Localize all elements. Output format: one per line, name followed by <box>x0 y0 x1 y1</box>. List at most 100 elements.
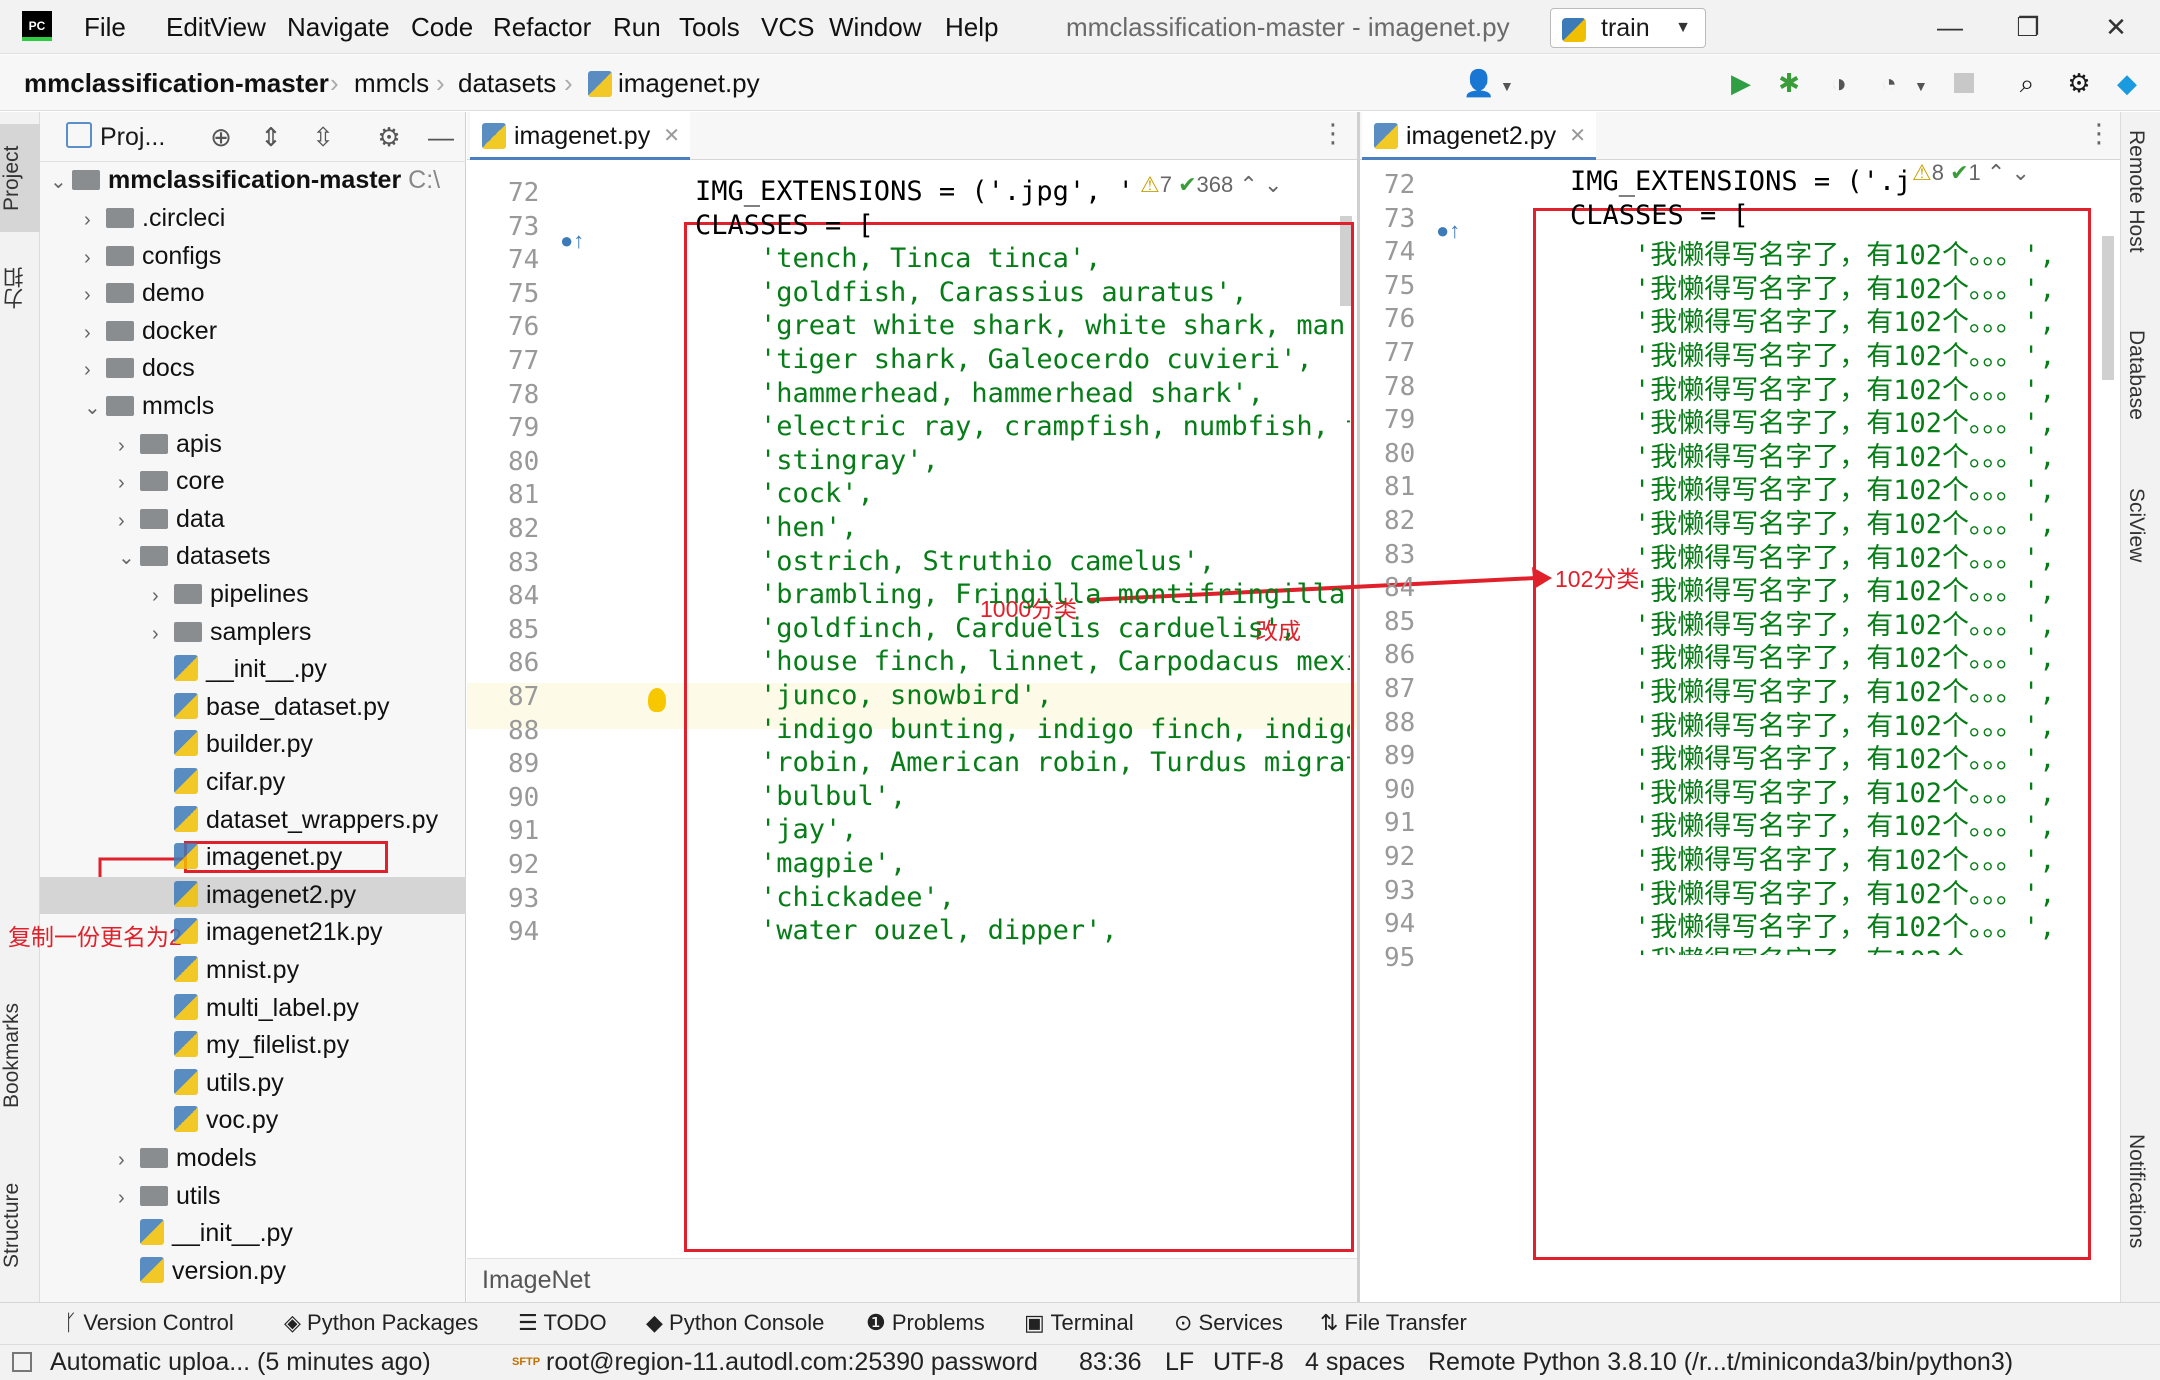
tree-item[interactable]: __init__.py <box>118 1215 293 1253</box>
tree-item[interactable]: dataset_wrappers.py <box>152 802 438 840</box>
tree-item[interactable]: › utils <box>118 1178 220 1216</box>
class-string[interactable]: 'ostrich, Struthio camelus', <box>760 546 1350 577</box>
code-line[interactable]: IMG_EXTENSIONS = ('.jpg', ' <box>695 176 1335 207</box>
class-string[interactable]: 'hen', <box>760 512 1350 543</box>
tree-item[interactable]: › samplers <box>152 614 311 652</box>
class-string[interactable]: 'goldfish, Carassius auratus', <box>760 277 1350 308</box>
class-string[interactable]: 'water ouzel, dipper', <box>760 915 1350 946</box>
chevron-right-icon: › <box>118 472 125 495</box>
tree-item[interactable]: ⌄ datasets <box>118 538 271 576</box>
python-file-icon <box>174 1031 198 1058</box>
class-string[interactable]: 'junco, snowbird', <box>760 680 1350 711</box>
sciview-tool-tab[interactable]: SciView <box>2124 488 2148 562</box>
class-string[interactable]: 'goldfinch, Carduelis carduelis', <box>760 613 1350 644</box>
tool-windows-toggle-icon[interactable] <box>12 1352 32 1372</box>
class-string[interactable]: 'electric ray, crampfish, numbfish, to <box>760 411 1350 442</box>
packages-icon: ◈ <box>284 1310 308 1335</box>
tree-item[interactable]: multi_label.py <box>152 990 359 1028</box>
tree-item[interactable]: voc.py <box>152 1102 278 1140</box>
notifications-tool-tab[interactable]: Notifications <box>2124 1134 2148 1248</box>
status-remote[interactable]: root@region-11.autodl.com:25390 password <box>546 1344 1038 1380</box>
status-upload[interactable]: Automatic uploa... (5 minutes ago) <box>50 1344 431 1380</box>
code-line-classes[interactable]: CLASSES = [ <box>695 210 874 241</box>
tree-item[interactable]: imagenet21k.py <box>152 914 383 952</box>
tree-item[interactable]: › docs <box>84 350 195 388</box>
tree-item[interactable]: › configs <box>84 238 221 276</box>
class-string[interactable]: 'magpie', <box>760 848 1350 879</box>
tree-item[interactable]: › pipelines <box>152 576 309 614</box>
status-indent[interactable]: 4 spaces <box>1305 1344 1405 1380</box>
tree-item[interactable]: › data <box>118 501 225 539</box>
tool-services[interactable]: ⊙ Services <box>1174 1302 1283 1344</box>
database-tool-tab[interactable]: Database <box>2124 330 2148 420</box>
tree-item[interactable]: imagenet2.py <box>40 876 466 915</box>
tree-item[interactable]: imagenet.py <box>152 839 342 877</box>
menu-refactor[interactable]: Refactor <box>493 0 591 54</box>
class-string[interactable]: 'brambling, Fringilla montifringilla', <box>760 579 1350 610</box>
class-string[interactable]: 'stingray', <box>760 445 1350 476</box>
status-encoding[interactable]: UTF-8 <box>1213 1344 1284 1380</box>
line-number: 83 <box>508 547 540 578</box>
tree-item[interactable]: › models <box>118 1140 257 1178</box>
class-string[interactable]: 'bulbul', <box>760 781 1350 812</box>
chevron-right-icon: › <box>84 209 91 231</box>
code-line[interactable]: IMG_EXTENSIONS = ('.jp <box>1570 166 1910 197</box>
tool-python-console[interactable]: ◆ Python Console <box>646 1302 824 1344</box>
branch-icon: ᚴ <box>64 1310 84 1335</box>
folder-icon <box>140 433 168 454</box>
class-string-partial[interactable]: '我懒得写名字了，有102个。 <box>1634 939 2084 955</box>
menu-help[interactable]: Help <box>945 0 998 54</box>
tree-item[interactable]: ⌄ mmcls <box>84 388 214 426</box>
tree-item[interactable]: cifar.py <box>152 764 285 802</box>
tool-label: Terminal <box>1050 1310 1134 1335</box>
class-string[interactable]: 'robin, American robin, Turdus migrato <box>760 747 1350 778</box>
tree-item[interactable]: my_filelist.py <box>152 1027 349 1065</box>
tree-item[interactable]: builder.py <box>152 726 313 764</box>
class-string[interactable]: 'tiger shark, Galeocerdo cuvieri', <box>760 344 1350 375</box>
line-number: 92 <box>508 850 540 880</box>
tool-problems[interactable]: ❶ Problems <box>866 1302 985 1344</box>
menu-tools[interactable]: Tools <box>679 0 740 54</box>
tool-file-transfer[interactable]: ⇅ File Transfer <box>1320 1302 1467 1344</box>
tool-todo[interactable]: ☰ TODO <box>518 1302 607 1344</box>
tree-item[interactable]: › core <box>118 463 225 501</box>
tree-item[interactable]: version.py <box>118 1253 286 1291</box>
menu-edit[interactable]: Edit <box>166 0 211 54</box>
tree-item[interactable]: base_dataset.py <box>152 689 389 727</box>
status-interpreter[interactable]: Remote Python 3.8.10 (/r...t/miniconda3/… <box>1428 1344 2013 1380</box>
class-string[interactable]: 'house finch, linnet, Carpodacus mexic <box>760 646 1350 677</box>
code-line-classes[interactable]: CLASSES = [ <box>1570 200 1749 231</box>
class-string[interactable]: 'hammerhead, hammerhead shark', <box>760 378 1350 409</box>
tree-item[interactable]: › demo <box>84 275 205 313</box>
menu-navigate[interactable]: Navigate <box>287 0 390 54</box>
line-number: 80 <box>508 446 540 477</box>
tree-item[interactable]: › apis <box>118 426 222 464</box>
menu-vcs[interactable]: VCS <box>761 0 814 54</box>
class-string[interactable]: 'jay', <box>760 814 1350 845</box>
class-string[interactable]: 'chickadee', <box>760 882 1350 913</box>
terminal-icon: ▣ <box>1024 1310 1051 1335</box>
line-number: 79 <box>508 413 540 444</box>
python-file-icon <box>174 1106 198 1133</box>
tree-item[interactable]: __init__.py <box>152 651 327 689</box>
class-string[interactable]: 'indigo bunting, indigo finch, indigo <box>760 714 1350 745</box>
status-line-separator[interactable]: LF <box>1165 1344 1194 1380</box>
menu-run[interactable]: Run <box>613 0 661 54</box>
class-string[interactable]: 'cock', <box>760 478 1350 509</box>
menu-view[interactable]: View <box>210 0 266 54</box>
menu-window[interactable]: Window <box>829 0 921 54</box>
class-string[interactable]: 'great white shark, white shark, man-e <box>760 310 1350 341</box>
tool-version-control[interactable]: ᚴ Version Control <box>64 1302 234 1344</box>
status-position[interactable]: 83:36 <box>1079 1344 1142 1380</box>
line-number: 90 <box>1384 774 1416 805</box>
tree-item[interactable]: › .circleci <box>84 200 225 238</box>
tree-item[interactable]: mnist.py <box>152 952 299 990</box>
tool-terminal[interactable]: ▣ Terminal <box>1024 1302 1134 1344</box>
tree-item[interactable]: utils.py <box>152 1065 284 1103</box>
class-string[interactable]: 'tench, Tinca tinca', <box>760 243 1350 274</box>
menu-code[interactable]: Code <box>411 0 473 54</box>
remote-host-tool-tab[interactable]: Remote Host <box>2124 130 2148 253</box>
menu-file[interactable]: File <box>84 0 126 54</box>
tree-item[interactable]: › docker <box>84 313 217 351</box>
tool-python-packages[interactable]: ◈ Python Packages <box>284 1302 478 1344</box>
